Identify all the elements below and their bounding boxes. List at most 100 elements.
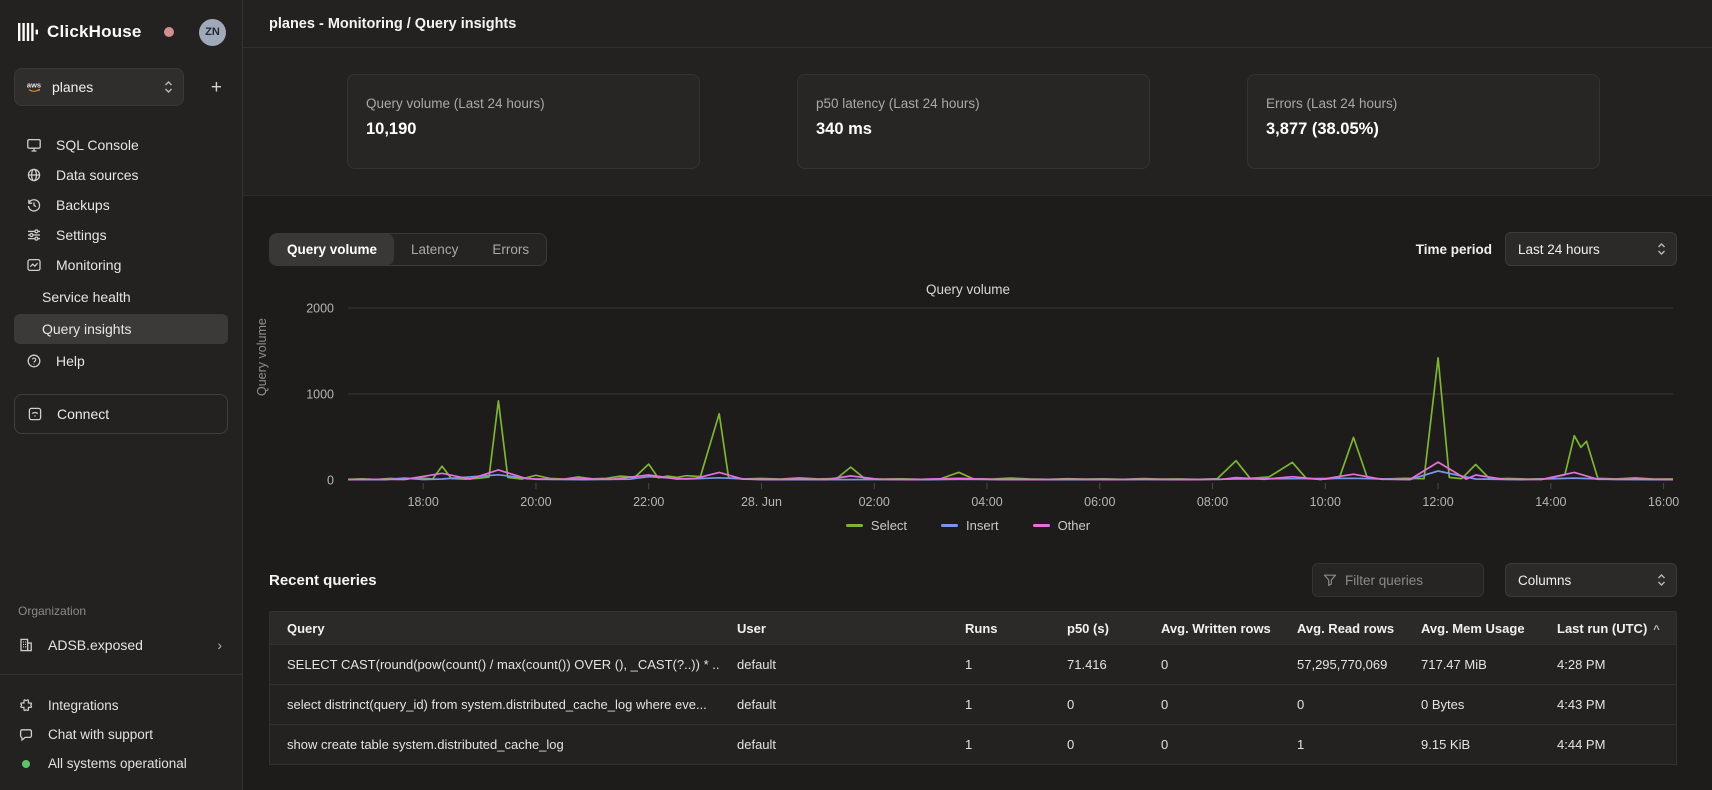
table-header-row: Query User Runs p50 (s) Avg. Written row… [270, 612, 1676, 644]
cell-last-run: 4:44 PM [1540, 737, 1676, 752]
chart-xtick-label: 12:00 [1422, 495, 1453, 509]
organization-item[interactable]: ADSB.exposed › [14, 630, 228, 660]
chat-bubble-icon [18, 727, 34, 743]
table-row[interactable]: show create table system.distributed_cac… [270, 724, 1676, 764]
cell-runs: 1 [948, 697, 1050, 712]
footer-item-label: Integrations [48, 698, 119, 713]
recent-queries-title: Recent queries [269, 572, 377, 589]
stat-label: Errors (Last 24 hours) [1266, 96, 1581, 111]
service-row: aws planes + [14, 68, 228, 106]
cell-avg-written: 0 [1144, 737, 1280, 752]
column-header-avg-mem[interactable]: Avg. Mem Usage [1404, 621, 1540, 636]
cell-runs: 1 [948, 657, 1050, 672]
cell-query: SELECT CAST(round(pow(count() / max(coun… [270, 657, 720, 672]
connect-button[interactable]: Connect [14, 394, 228, 434]
sidebar-item-query-insights[interactable]: Query insights [14, 314, 228, 344]
chart-xtick-label: 14:00 [1535, 495, 1566, 509]
legend-label: Other [1058, 518, 1091, 533]
sidebar-item-monitoring[interactable]: Monitoring [14, 250, 228, 280]
time-period-select[interactable]: Last 24 hours [1505, 232, 1677, 266]
breadcrumb: planes - Monitoring / Query insights [269, 16, 516, 32]
cell-p50: 71.416 [1050, 657, 1144, 672]
chart-xtick-label: 28. Jun [741, 495, 782, 509]
column-header-avg-written[interactable]: Avg. Written rows [1144, 621, 1280, 636]
tab-query-volume[interactable]: Query volume [270, 234, 394, 265]
legend-swatch [846, 524, 863, 527]
aws-icon: aws [25, 79, 43, 95]
chart-ylabel: Query volume [255, 318, 269, 396]
integrations-puzzle-icon [18, 698, 34, 714]
sidebar-item-label: Data sources [56, 167, 138, 183]
cell-avg-read: 57,295,770,069 [1280, 657, 1404, 672]
add-service-button[interactable]: + [211, 78, 222, 97]
chart-xtick-label: 08:00 [1197, 495, 1228, 509]
stats-strip: Query volume (Last 24 hours) 10,190 p50 … [243, 48, 1712, 196]
column-header-label: Last run (UTC) [1557, 621, 1647, 636]
page-header: planes - Monitoring / Query insights [243, 0, 1712, 48]
stat-label: p50 latency (Last 24 hours) [816, 96, 1131, 111]
cell-query: show create table system.distributed_cac… [270, 737, 720, 752]
sidebar-item-sql-console[interactable]: SQL Console [14, 130, 228, 160]
table-row[interactable]: SELECT CAST(round(pow(count() / max(coun… [270, 644, 1676, 684]
chart-area: Query volume 01000200018:0020:0022:0028.… [253, 301, 1683, 518]
filter-placeholder: Filter queries [1345, 573, 1423, 588]
columns-select[interactable]: Columns [1505, 563, 1677, 597]
sidebar: ClickHouse ZN aws planes + [0, 0, 243, 790]
tab-errors[interactable]: Errors [475, 234, 546, 265]
footer-item-label: Chat with support [48, 727, 153, 742]
recent-queries-header: Recent queries Filter queries Columns [269, 563, 1677, 597]
legend-item-insert[interactable]: Insert [941, 518, 999, 533]
query-volume-chart-svg: 01000200018:0020:0022:0028. Jun02:0004:0… [253, 301, 1683, 513]
column-header-p50[interactable]: p50 (s) [1050, 621, 1144, 636]
chevron-updown-icon [1657, 573, 1666, 587]
connect-icon [27, 406, 43, 422]
column-header-avg-read[interactable]: Avg. Read rows [1280, 621, 1404, 636]
column-header-last-run[interactable]: Last run (UTC) ^ [1540, 621, 1676, 636]
brand-name: ClickHouse [47, 22, 142, 42]
chart-controls-row: Query volume Latency Errors Time period … [269, 232, 1677, 266]
cell-runs: 1 [948, 737, 1050, 752]
column-header-user[interactable]: User [720, 621, 948, 636]
system-status[interactable]: All systems operational [14, 749, 228, 778]
chart-block: Query volume Query volume 01000200018:00… [253, 266, 1712, 533]
cell-p50: 0 [1050, 697, 1144, 712]
sort-asc-icon: ^ [1653, 624, 1659, 636]
chart-legend: Select Insert Other [253, 518, 1683, 533]
tab-latency[interactable]: Latency [394, 234, 475, 265]
help-icon [26, 353, 42, 369]
sidebar-item-backups[interactable]: Backups [14, 190, 228, 220]
chart-xtick-label: 04:00 [971, 495, 1002, 509]
chart-xtick-label: 06:00 [1084, 495, 1115, 509]
table-row[interactable]: select distrinct(query_id) from system.d… [270, 684, 1676, 724]
cell-p50: 0 [1050, 737, 1144, 752]
legend-swatch [941, 524, 958, 527]
chevron-right-icon: › [217, 637, 222, 653]
filter-queries-input[interactable]: Filter queries [1312, 563, 1484, 597]
stat-value: 3,877 (38.05%) [1266, 120, 1581, 139]
sidebar-item-chat-support[interactable]: Chat with support [14, 720, 228, 749]
sidebar-item-service-health[interactable]: Service health [14, 282, 228, 312]
service-selector[interactable]: aws planes [14, 68, 184, 106]
sidebar-item-label: Help [56, 353, 85, 369]
sidebar-subitem-label: Query insights [42, 321, 131, 337]
chart-tabs: Query volume Latency Errors [269, 233, 547, 266]
sidebar-item-integrations[interactable]: Integrations [14, 691, 228, 720]
connect-label: Connect [57, 406, 109, 422]
sidebar-item-label: SQL Console [56, 137, 139, 153]
sidebar-item-data-sources[interactable]: Data sources [14, 160, 228, 190]
organization-section-label: Organization [18, 604, 228, 618]
sidebar-item-settings[interactable]: Settings [14, 220, 228, 250]
column-header-runs[interactable]: Runs [948, 621, 1050, 636]
sidebar-item-help[interactable]: Help [14, 346, 228, 376]
avatar[interactable]: ZN [199, 19, 226, 46]
legend-item-select[interactable]: Select [846, 518, 907, 533]
chart-ytick-label: 0 [327, 474, 334, 488]
legend-item-other[interactable]: Other [1033, 518, 1091, 533]
cell-avg-mem: 9.15 KiB [1404, 737, 1540, 752]
stat-value: 10,190 [366, 120, 681, 139]
column-header-query[interactable]: Query [270, 621, 720, 636]
cell-query: select distrinct(query_id) from system.d… [270, 697, 720, 712]
stat-card-errors: Errors (Last 24 hours) 3,877 (38.05%) [1247, 74, 1600, 169]
legend-label: Insert [966, 518, 999, 533]
cell-avg-read: 0 [1280, 697, 1404, 712]
